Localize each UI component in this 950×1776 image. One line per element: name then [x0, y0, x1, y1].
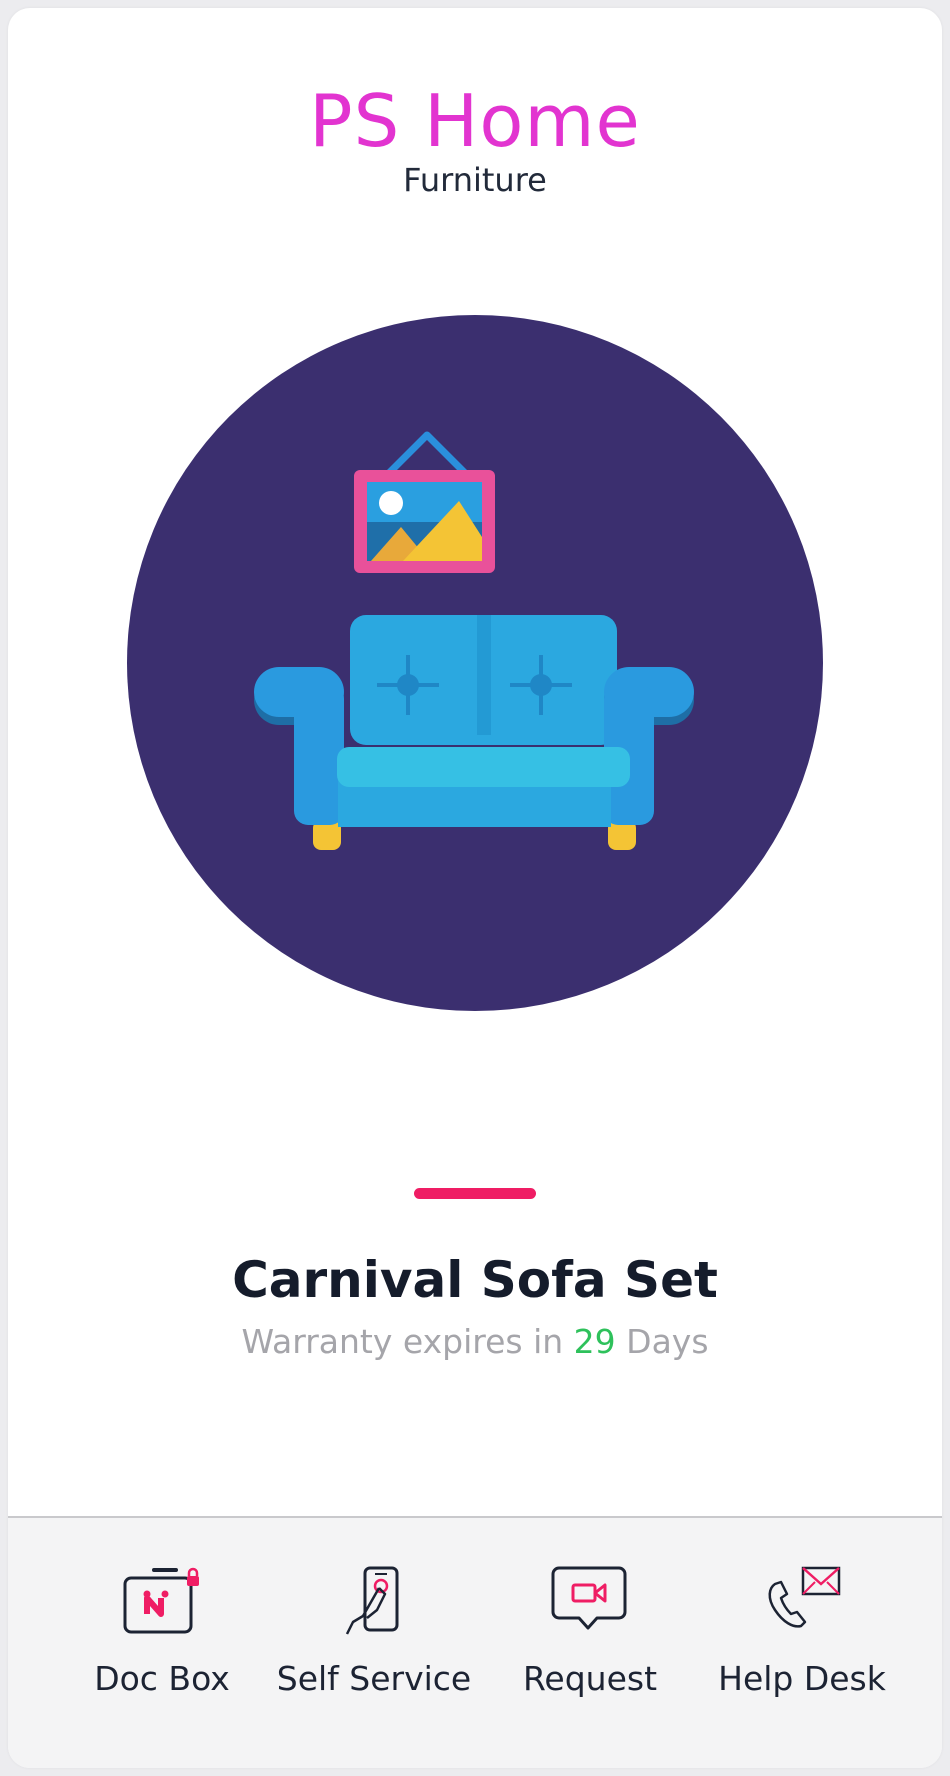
nav-self-service[interactable]: Self Service — [264, 1566, 484, 1700]
accent-divider — [414, 1188, 536, 1199]
bottom-nav: Doc Box Self Service Request Help Desk — [8, 1516, 942, 1768]
warranty-status: Warranty expires in 29 Days — [8, 1320, 942, 1364]
doc-box-icon — [123, 1567, 199, 1634]
nav-help-desk[interactable]: Help Desk — [692, 1566, 912, 1700]
help-desk-icon — [768, 1566, 841, 1628]
self-service-icon — [345, 1566, 399, 1635]
nav-label-self-service: Self Service — [276, 1659, 472, 1698]
nav-doc-box[interactable]: Doc Box — [52, 1566, 272, 1700]
nav-label-doc-box: Doc Box — [94, 1659, 230, 1698]
warranty-prefix: Warranty expires in — [241, 1322, 564, 1361]
warranty-days-count: 29 — [573, 1322, 616, 1361]
brand-subtitle: Furniture — [403, 161, 547, 199]
sofa-icon — [254, 431, 694, 850]
nav-label-request: Request — [522, 1659, 658, 1698]
nav-label-help-desk: Help Desk — [718, 1659, 886, 1698]
request-video-icon — [551, 1566, 627, 1630]
nav-request[interactable]: Request — [480, 1566, 700, 1700]
warranty-suffix: Days — [626, 1322, 709, 1361]
product-illustration — [127, 315, 823, 1011]
app-screen: PS Home Furniture Carnival Sofa Set Warr… — [8, 8, 942, 1768]
product-name: Carnival Sofa Set — [232, 1251, 718, 1309]
brand-title: PS Home — [309, 79, 641, 163]
brand-header: PS Home Furniture — [8, 78, 942, 200]
